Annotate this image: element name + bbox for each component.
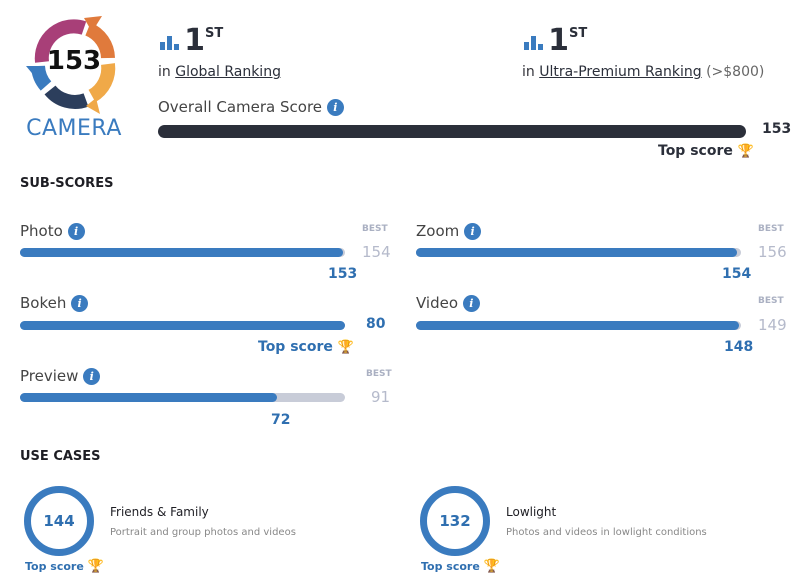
ranking-bars-icon — [160, 36, 179, 50]
rank-number: 1 — [184, 23, 205, 58]
preview-bar-fill — [20, 393, 278, 402]
lowlight-score-ring: 132 — [420, 486, 490, 556]
lowlight-title: Lowlight — [506, 505, 557, 519]
friends-family-top-score: Top score 🏆 — [25, 559, 104, 574]
global-ranking-link[interactable]: Global Ranking — [175, 64, 281, 80]
friends-family-score-ring: 144 — [24, 486, 94, 556]
camera-score-badge: 153 — [22, 14, 126, 114]
friends-family-desc: Portrait and group photos and videos — [110, 527, 296, 538]
trophy-icon: 🏆 — [337, 340, 354, 355]
info-icon[interactable]: i — [326, 99, 344, 116]
price-range: (>$800) — [706, 64, 765, 80]
best-label: BEST — [362, 224, 388, 234]
sub-score-zoom-label: Zoom i — [416, 222, 482, 240]
overall-top-score: Top score 🏆 — [658, 143, 754, 159]
zoom-best-value: 156 — [758, 243, 787, 261]
overall-score-label: Overall Camera Score — [158, 98, 323, 116]
video-best-value: 149 — [758, 316, 787, 334]
bokeh-score-value: 80 — [366, 316, 386, 332]
best-label: BEST — [758, 224, 784, 234]
video-bar-fill — [416, 321, 739, 330]
trophy-icon: 🏆 — [737, 144, 754, 159]
info-icon[interactable]: i — [67, 223, 85, 240]
overall-score-bar — [158, 125, 746, 138]
photo-score-value: 153 — [328, 266, 358, 282]
preview-bar-track — [20, 393, 345, 402]
photo-bar-fill — [20, 248, 343, 257]
ultra-premium-ranking: 1ST — [524, 26, 587, 56]
lowlight-desc: Photos and videos in lowlight conditions — [506, 527, 707, 538]
info-icon[interactable]: i — [83, 368, 101, 385]
video-bar-track — [416, 321, 741, 330]
bokeh-bar-track — [20, 321, 345, 330]
sub-score-preview-label: Preview i — [20, 367, 101, 385]
global-ranking-line: in Global Ranking — [158, 64, 281, 80]
preview-score-value: 72 — [271, 412, 291, 428]
bokeh-top-score: Top score 🏆 — [258, 339, 354, 355]
overall-score-value: 153 — [762, 121, 792, 137]
zoom-bar-fill — [416, 248, 737, 257]
sub-score-video-label: Video i — [416, 294, 480, 312]
sub-score-photo-label: Photo i — [20, 222, 85, 240]
best-label: BEST — [366, 369, 392, 379]
top-score-label: Top score — [658, 143, 733, 159]
sub-scores-title: SUB-SCORES — [20, 176, 114, 191]
video-score-value: 148 — [724, 339, 754, 355]
global-ranking: 1ST — [160, 26, 223, 56]
friends-family-title: Friends & Family — [110, 505, 209, 519]
lowlight-top-score: Top score 🏆 — [421, 559, 500, 574]
zoom-bar-track — [416, 248, 741, 257]
rank-prefix: in — [522, 64, 535, 80]
sub-score-bokeh-label: Bokeh i — [20, 294, 89, 312]
badge-score: 153 — [46, 46, 102, 76]
photo-bar-track — [20, 248, 345, 257]
bokeh-bar-fill — [20, 321, 345, 330]
info-icon[interactable]: i — [462, 295, 480, 312]
preview-best-value: 91 — [371, 388, 391, 406]
trophy-icon: 🏆 — [483, 559, 500, 574]
trophy-icon: 🏆 — [87, 559, 104, 574]
rank-prefix: in — [158, 64, 171, 80]
ranking-bars-icon — [524, 36, 543, 50]
badge-label: CAMERA — [26, 116, 122, 141]
rank-suffix: ST — [568, 26, 588, 41]
rank-number: 1 — [548, 23, 569, 58]
best-label: BEST — [758, 296, 784, 306]
info-icon[interactable]: i — [464, 223, 482, 240]
ultra-premium-ranking-line: in Ultra-Premium Ranking (>$800) — [522, 64, 764, 80]
zoom-score-value: 154 — [722, 266, 752, 282]
rank-suffix: ST — [204, 26, 224, 41]
photo-best-value: 154 — [362, 243, 391, 261]
overall-score-label-row: Overall Camera Score i — [158, 98, 344, 116]
use-cases-title: USE CASES — [20, 449, 101, 464]
info-icon[interactable]: i — [71, 295, 89, 312]
ultra-premium-ranking-link[interactable]: Ultra-Premium Ranking — [539, 64, 701, 80]
